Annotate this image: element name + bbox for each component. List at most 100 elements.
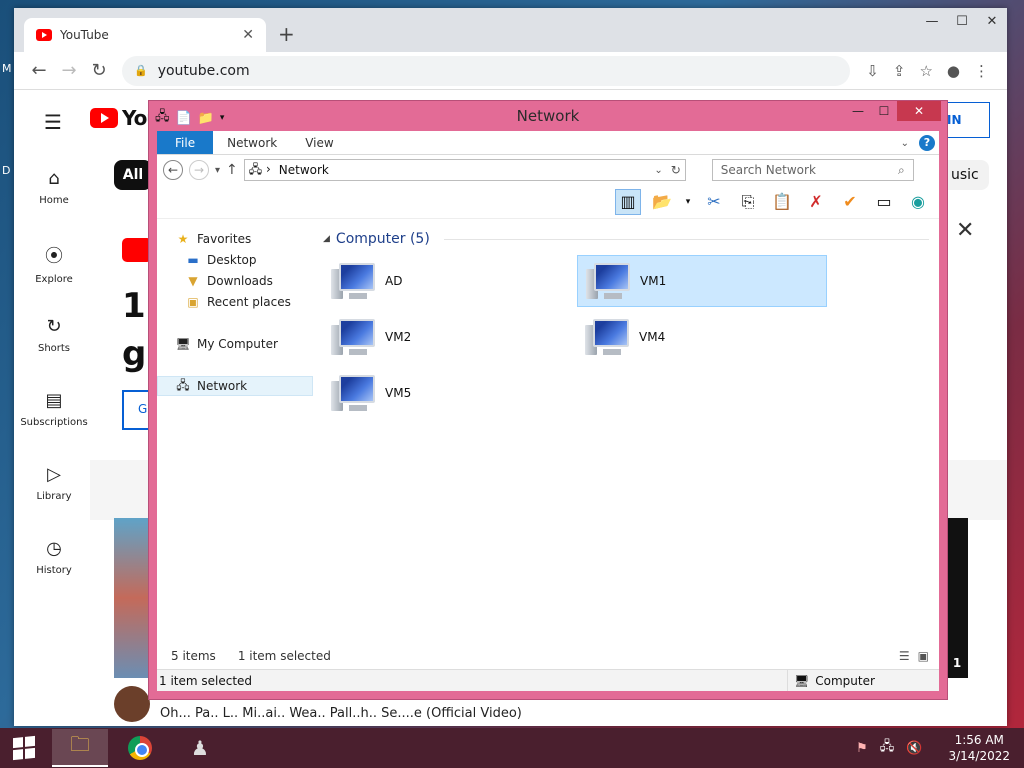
history-icon: ◷ xyxy=(46,538,62,559)
back-button[interactable]: ← xyxy=(163,160,183,180)
explorer-maximize-button[interactable]: ☐ xyxy=(871,101,897,121)
address-path: Network xyxy=(278,163,329,177)
nav-favorites[interactable]: ★ Favorites xyxy=(175,229,252,249)
search-icon: ⌕ xyxy=(898,162,905,177)
recent-places-icon: ▣ xyxy=(187,295,199,309)
start-button[interactable] xyxy=(0,728,48,768)
explorer-minimize-button[interactable]: — xyxy=(845,101,871,121)
expand-ribbon-icon[interactable]: ⌄ xyxy=(901,138,909,149)
library-icon: ▷ xyxy=(47,464,61,485)
status-item-count: 5 items xyxy=(171,649,216,663)
nav-label: Downloads xyxy=(207,274,273,288)
folder-options-dropdown-icon[interactable]: ▾ xyxy=(683,189,693,215)
taskbar-app[interactable]: ♟ xyxy=(172,729,228,767)
address-dropdown-icon[interactable]: ⌄ xyxy=(654,165,662,176)
computer-item-ad[interactable]: AD xyxy=(323,255,573,307)
channel-avatar[interactable] xyxy=(114,686,150,722)
details-type: 🖥 Computer xyxy=(787,670,875,691)
youtube-sidebar: ⌂ Home ⦿ Explore ↻ Shorts ▤ Subscription… xyxy=(14,90,92,726)
computer-item-vm4[interactable]: VM4 xyxy=(577,311,827,363)
forward-arrow-icon[interactable]: → xyxy=(54,60,84,81)
explorer-body: File Network View ⌄ ? ← → ▾ ↑ 🖧 › Networ… xyxy=(157,131,939,691)
view-switcher: ☰ ▣ xyxy=(899,649,929,663)
shell-icon[interactable]: ◉ xyxy=(905,189,931,215)
back-arrow-icon[interactable]: ← xyxy=(24,60,54,81)
preview-pane-icon[interactable]: ▥ xyxy=(615,188,641,215)
nav-my-computer[interactable]: 🖥 My Computer xyxy=(175,334,278,354)
chip-music[interactable]: usic xyxy=(941,160,989,190)
group-divider xyxy=(443,238,929,240)
details-type-label: Computer xyxy=(815,673,875,688)
large-icons-view-icon[interactable]: ▣ xyxy=(918,649,929,663)
sidebar-item-explore[interactable]: ⦿ Explore xyxy=(14,242,94,285)
minimize-button[interactable]: — xyxy=(917,8,947,36)
volume-muted-icon[interactable]: 🔇 xyxy=(906,741,922,756)
delete-icon[interactable]: ✗ xyxy=(803,189,829,215)
share-icon[interactable]: ⇪ xyxy=(893,62,906,80)
sidebar-item-home[interactable]: ⌂ Home xyxy=(14,168,94,206)
network-tray-icon[interactable]: 🖧 xyxy=(880,737,895,759)
copy-icon[interactable]: ⎘ xyxy=(735,189,761,215)
clock[interactable]: 1:56 AM 3/14/2022 xyxy=(948,732,1010,764)
computer-icon xyxy=(331,315,377,359)
up-arrow-icon[interactable]: ↑ xyxy=(226,162,238,178)
explorer-titlebar[interactable]: 🖧 📄 📁 ▾ Network — ☐ ✕ xyxy=(149,101,947,131)
computer-icon: 🖥 xyxy=(175,337,191,351)
tab-view[interactable]: View xyxy=(291,131,347,154)
refresh-icon[interactable]: ↻ xyxy=(671,163,681,177)
computer-icon xyxy=(331,259,377,303)
sidebar-item-shorts[interactable]: ↻ Shorts xyxy=(14,316,94,354)
help-icon[interactable]: ? xyxy=(919,135,935,151)
taskbar-file-explorer[interactable]: 🗀 xyxy=(52,729,108,767)
chip-all[interactable]: All xyxy=(114,160,152,190)
sidebar-item-history[interactable]: ◷ History xyxy=(14,538,94,576)
profile-avatar-icon[interactable]: ● xyxy=(947,62,960,80)
item-name: VM4 xyxy=(639,330,666,344)
action-center-flag-icon[interactable]: ⚑ xyxy=(856,741,868,756)
maximize-button[interactable]: ☐ xyxy=(947,8,977,36)
computer-item-vm1[interactable]: VM1 xyxy=(577,255,827,307)
taskbar-chrome[interactable] xyxy=(112,729,168,767)
close-button[interactable]: ✕ xyxy=(977,8,1007,36)
sidebar-item-label: History xyxy=(36,565,72,576)
forward-button[interactable]: → xyxy=(189,160,209,180)
group-header[interactable]: ◢ Computer (5) xyxy=(323,231,929,247)
nav-label: Favorites xyxy=(197,232,252,246)
address-bar[interactable]: 🔒 youtube.com xyxy=(122,55,851,86)
computer-item-vm5[interactable]: VM5 xyxy=(323,367,573,419)
computer-icon xyxy=(331,371,377,415)
new-tab-button[interactable]: + xyxy=(278,22,295,46)
tab-youtube[interactable]: YouTube ✕ xyxy=(24,18,266,52)
browser-toolbar: ← → ↻ 🔒 youtube.com ⇩ ⇪ ☆ ● ⋮ xyxy=(14,52,1007,90)
bookmark-star-icon[interactable]: ☆ xyxy=(919,62,932,80)
search-network-input[interactable]: Search Network ⌕ xyxy=(711,159,914,181)
checkmark-icon[interactable]: ✔ xyxy=(837,189,863,215)
video-titles[interactable]: Oh... Pa.. L.. Mi..ai.. Wea.. Pall..h.. … xyxy=(160,706,522,721)
folder-options-icon[interactable]: 📂 xyxy=(649,189,675,215)
tab-close-icon[interactable]: ✕ xyxy=(242,27,254,43)
recent-locations-icon[interactable]: ▾ xyxy=(215,165,220,176)
tab-network[interactable]: Network xyxy=(213,131,291,154)
nav-recent-places[interactable]: ▣ Recent places xyxy=(185,292,291,312)
collapse-triangle-icon[interactable]: ◢ xyxy=(323,234,330,244)
menu-kebab-icon[interactable]: ⋮ xyxy=(974,62,989,80)
rename-icon[interactable]: ▭ xyxy=(871,189,897,215)
explorer-address-bar[interactable]: 🖧 › Network ⌄ ↻ xyxy=(243,159,686,181)
sidebar-item-library[interactable]: ▷ Library xyxy=(14,464,94,502)
computer-small-icon: 🖥 xyxy=(794,673,810,688)
computer-item-vm2[interactable]: VM2 xyxy=(323,311,573,363)
explorer-close-button[interactable]: ✕ xyxy=(897,101,941,121)
tab-file[interactable]: File xyxy=(157,131,214,154)
video-thumbnail-right[interactable]: 1 xyxy=(946,518,968,678)
command-bar: ▥ 📂 ▾ ✂ ⎘ 📋 ✗ ✔ ▭ ◉ xyxy=(157,185,939,219)
sidebar-item-subscriptions[interactable]: ▤ Subscriptions xyxy=(14,390,94,428)
paste-icon[interactable]: 📋 xyxy=(769,189,795,215)
close-banner-icon[interactable]: ✕ xyxy=(956,218,974,243)
nav-network[interactable]: 🖧 Network xyxy=(157,376,313,396)
install-icon[interactable]: ⇩ xyxy=(866,62,879,80)
nav-downloads[interactable]: ▼ Downloads xyxy=(185,271,273,291)
nav-desktop[interactable]: ▬ Desktop xyxy=(185,250,256,270)
reload-icon[interactable]: ↻ xyxy=(84,60,114,81)
cut-icon[interactable]: ✂ xyxy=(701,189,727,215)
details-view-icon[interactable]: ☰ xyxy=(899,649,910,663)
